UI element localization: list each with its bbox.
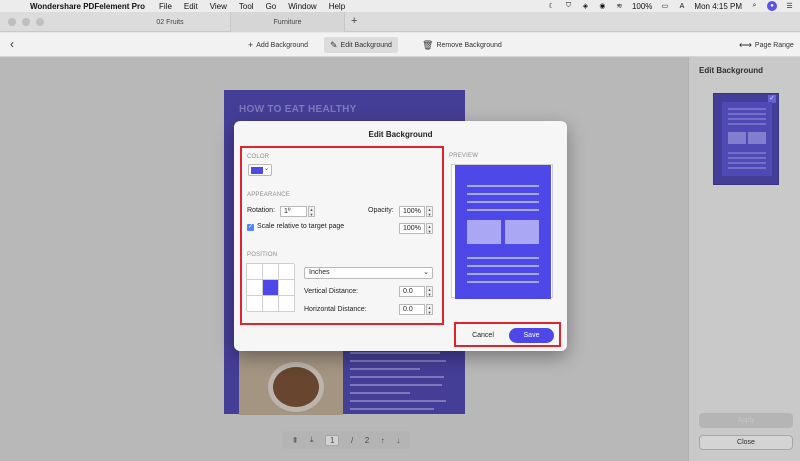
position-cell-middle-right[interactable] xyxy=(279,280,295,296)
menu-view[interactable]: View xyxy=(210,2,227,11)
settings-highlight-box: COLOR ⌄ APPEARANCE Rotation: 1º ▲ ▼ Opaci… xyxy=(240,146,444,325)
tab-furniture[interactable]: Furniture xyxy=(230,12,345,32)
chevron-down-icon: ⌄ xyxy=(423,269,429,276)
window-controls xyxy=(8,18,44,26)
units-select[interactable]: Inches ⌄ xyxy=(304,267,433,279)
menu-go[interactable]: Go xyxy=(266,2,277,11)
trash-icon: 🗑 xyxy=(422,39,434,50)
position-cell-top-left[interactable] xyxy=(247,264,263,280)
rotation-stepper[interactable]: ▲ ▼ xyxy=(308,206,315,217)
position-cell-bottom-center[interactable] xyxy=(263,296,279,312)
position-cell-bottom-left[interactable] xyxy=(247,296,263,312)
page-range-label: Page Range xyxy=(754,41,794,49)
menu-tool[interactable]: Tool xyxy=(239,2,254,11)
color-swatch xyxy=(251,167,263,174)
scale-checkbox[interactable]: ✓ xyxy=(247,224,254,231)
horizontal-distance-field[interactable]: 0.0 xyxy=(399,304,425,315)
new-tab-plus-icon[interactable]: + xyxy=(351,15,357,27)
actions-highlight-box: Cancel Save xyxy=(454,322,561,347)
rotation-field[interactable]: 1º xyxy=(280,206,307,217)
scale-label: Scale relative to target page xyxy=(257,223,345,230)
zoom-window-icon[interactable] xyxy=(36,18,44,26)
clock[interactable]: Mon 4:15 PM xyxy=(694,2,742,11)
edit-background-button[interactable]: ✎ Edit Background xyxy=(324,37,398,53)
position-section-label: POSITION xyxy=(247,252,278,258)
color-picker[interactable]: ⌄ xyxy=(248,164,272,176)
chevron-down-icon: ⌄ xyxy=(263,166,269,172)
opacity-field[interactable]: 100% xyxy=(399,206,425,217)
opacity-stepper[interactable]: ▲ ▼ xyxy=(426,206,433,217)
input-source-icon[interactable]: A xyxy=(677,2,686,11)
cancel-button[interactable]: Cancel xyxy=(464,329,502,342)
close-window-icon[interactable] xyxy=(8,18,16,26)
menu-help[interactable]: Help xyxy=(329,2,345,11)
remove-background-button[interactable]: 🗑 Remove Background xyxy=(416,37,508,53)
dropbox-icon[interactable]: ◈ xyxy=(581,2,590,11)
range-icon: ⟷ xyxy=(739,39,752,50)
battery-icon[interactable]: ▭ xyxy=(660,2,669,11)
position-cell-center[interactable] xyxy=(263,280,279,296)
preview-label: PREVIEW xyxy=(449,153,479,159)
tab-02-fruits[interactable]: 02 Fruits xyxy=(110,12,230,32)
edit-background-label: Edit Background xyxy=(340,41,392,49)
position-cell-top-right[interactable] xyxy=(279,264,295,280)
menu-window[interactable]: Window xyxy=(288,2,316,11)
rotation-label: Rotation: xyxy=(247,207,276,214)
preview-page xyxy=(455,165,551,299)
position-cell-bottom-right[interactable] xyxy=(279,296,295,312)
opacity-label: Opacity: xyxy=(368,207,394,214)
user-avatar-icon[interactable]: ● xyxy=(767,1,777,11)
menu-file[interactable]: File xyxy=(159,2,172,11)
position-grid[interactable] xyxy=(246,263,295,312)
pencil-icon: ✎ xyxy=(330,39,338,50)
dialog-title: Edit Background xyxy=(368,130,433,139)
toolbar: ‹ + Add Background ✎ Edit Background 🗑 R… xyxy=(0,33,800,57)
menu-bar: Wondershare PDFelement Pro File Edit Vie… xyxy=(0,0,800,12)
vertical-distance-label: Vertical Distance: xyxy=(304,288,359,295)
color-section-label: COLOR xyxy=(247,154,270,160)
moon-icon[interactable]: ☾ xyxy=(547,2,556,11)
scale-stepper[interactable]: ▲ ▼ xyxy=(426,223,433,234)
back-chevron-icon[interactable]: ‹ xyxy=(10,37,14,51)
position-cell-top-center[interactable] xyxy=(263,264,279,280)
scale-field[interactable]: 100% xyxy=(399,223,425,234)
eye-icon[interactable]: ◉ xyxy=(598,2,607,11)
units-select-value: Inches xyxy=(309,269,330,276)
position-cell-middle-left[interactable] xyxy=(247,280,263,296)
page-range-button[interactable]: ⟷ Page Range xyxy=(733,37,800,53)
add-background-label: Add Background xyxy=(256,41,309,49)
add-background-button[interactable]: + Add Background xyxy=(242,37,314,53)
menu-edit[interactable]: Edit xyxy=(184,2,198,11)
search-icon[interactable]: ⌕ xyxy=(750,2,759,11)
tab-strip: 02 Fruits Furniture + xyxy=(0,12,800,32)
minimize-window-icon[interactable] xyxy=(22,18,30,26)
background-preview xyxy=(451,164,553,299)
appearance-section-label: APPEARANCE xyxy=(247,192,291,198)
horizontal-distance-label: Horizontal Distance: xyxy=(304,306,367,313)
remove-background-label: Remove Background xyxy=(436,41,502,49)
shield-icon[interactable]: ⛉ xyxy=(564,2,573,11)
edit-background-dialog: Edit Background COLOR ⌄ APPEARANCE Rotat… xyxy=(234,121,567,351)
plus-icon: + xyxy=(248,40,254,50)
battery-percent: 100% xyxy=(631,1,653,11)
horizontal-distance-stepper[interactable]: ▲ ▼ xyxy=(426,304,433,315)
wifi-icon[interactable]: ≋ xyxy=(615,2,624,11)
notification-center-icon[interactable]: ☰ xyxy=(785,2,794,11)
save-button[interactable]: Save xyxy=(509,328,554,343)
vertical-distance-stepper[interactable]: ▲ ▼ xyxy=(426,286,433,297)
status-area: ☾ ⛉ ◈ ◉ ≋ 100% ▭ A Mon 4:15 PM ⌕ ● ☰ xyxy=(547,0,794,12)
app-name-menu[interactable]: Wondershare PDFelement Pro xyxy=(30,2,145,11)
vertical-distance-field[interactable]: 0.0 xyxy=(399,286,425,297)
